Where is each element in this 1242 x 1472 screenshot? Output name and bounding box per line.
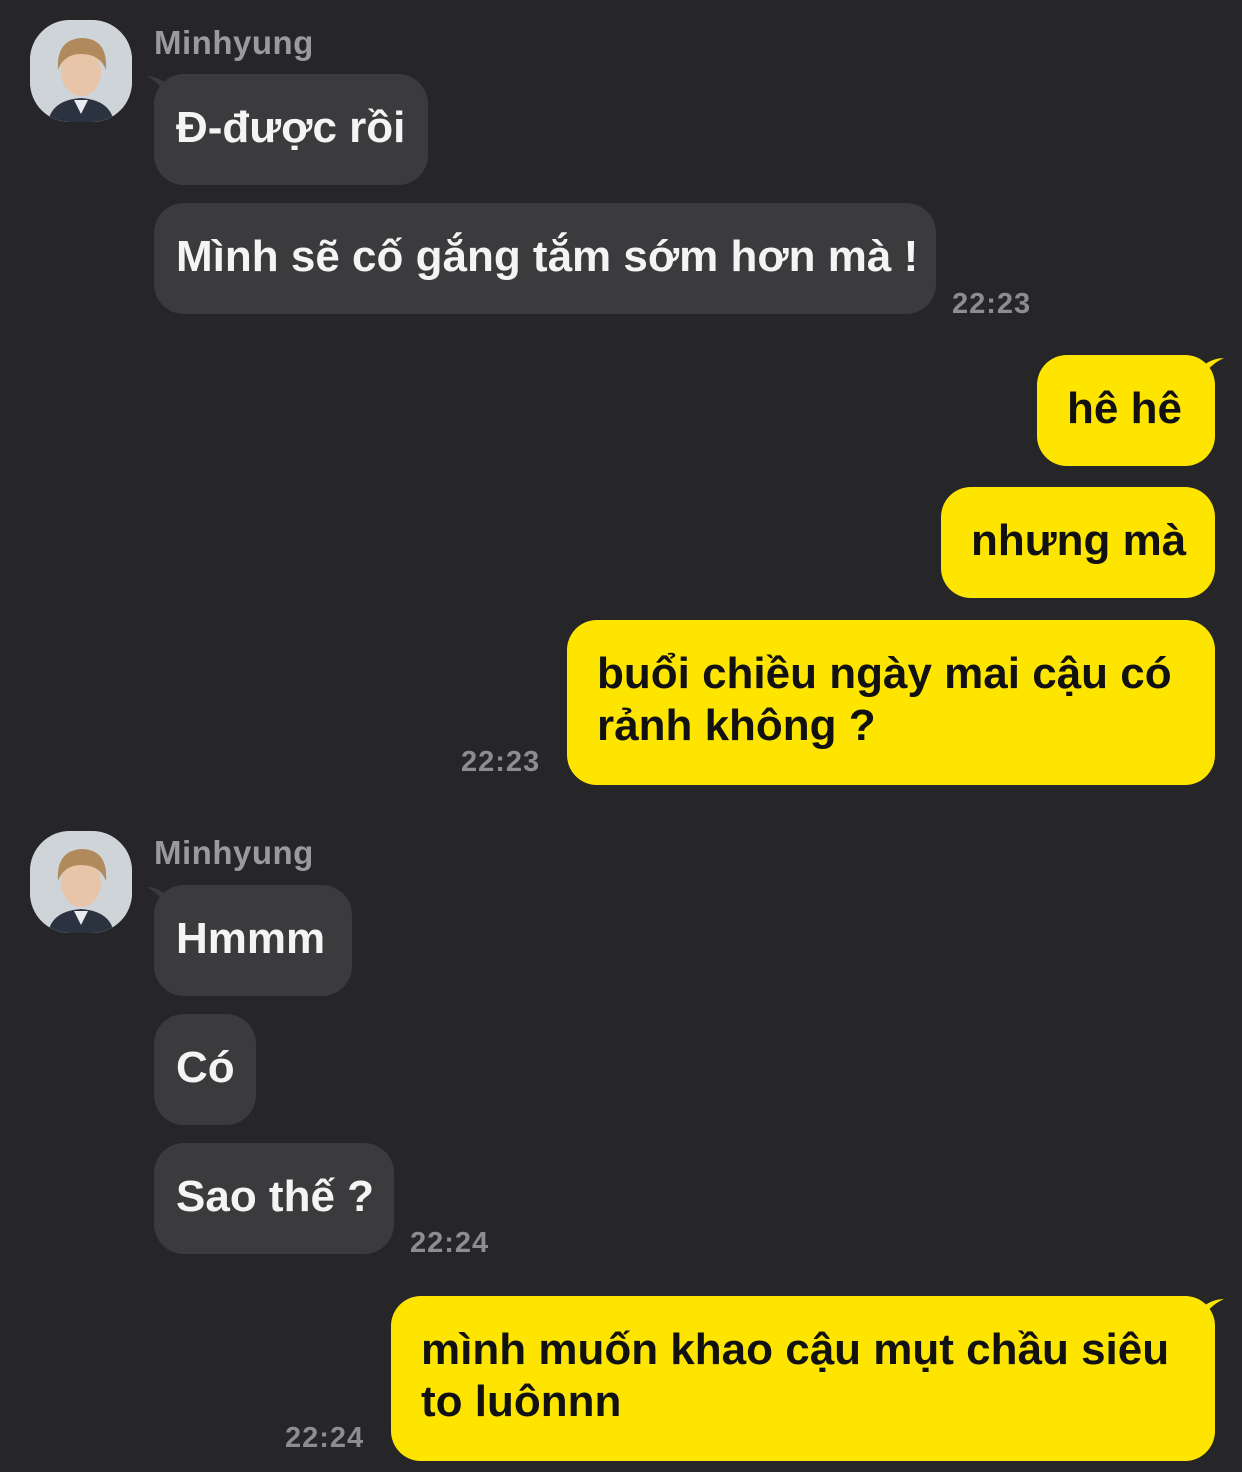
message-timestamp: 22:23: [952, 288, 1032, 320]
message-timestamp: 22:24: [410, 1227, 490, 1259]
avatar[interactable]: [30, 831, 132, 933]
avatar[interactable]: [30, 20, 132, 122]
sender-name: Minhyung: [154, 24, 314, 61]
message-bubble[interactable]: Có: [154, 1014, 256, 1125]
message-bubble[interactable]: buổi chiều ngày mai cậu có rảnh không ?: [567, 620, 1215, 785]
message-bubble[interactable]: Mình sẽ cố gắng tắm sớm hơn mà !: [154, 203, 936, 314]
message-timestamp: 22:23: [461, 746, 541, 778]
message-bubble[interactable]: Đ-được rồi: [154, 74, 428, 185]
message-timestamp: 22:24: [285, 1422, 365, 1454]
message-bubble[interactable]: mình muốn khao cậu mụt chầu siêu to luôn…: [391, 1296, 1215, 1461]
sender-name: Minhyung: [154, 834, 314, 871]
message-bubble[interactable]: Hmmm: [154, 885, 352, 996]
message-bubble[interactable]: nhưng mà: [941, 487, 1215, 598]
message-bubble[interactable]: hê hê: [1037, 355, 1215, 466]
message-bubble[interactable]: Sao thế ?: [154, 1143, 394, 1254]
